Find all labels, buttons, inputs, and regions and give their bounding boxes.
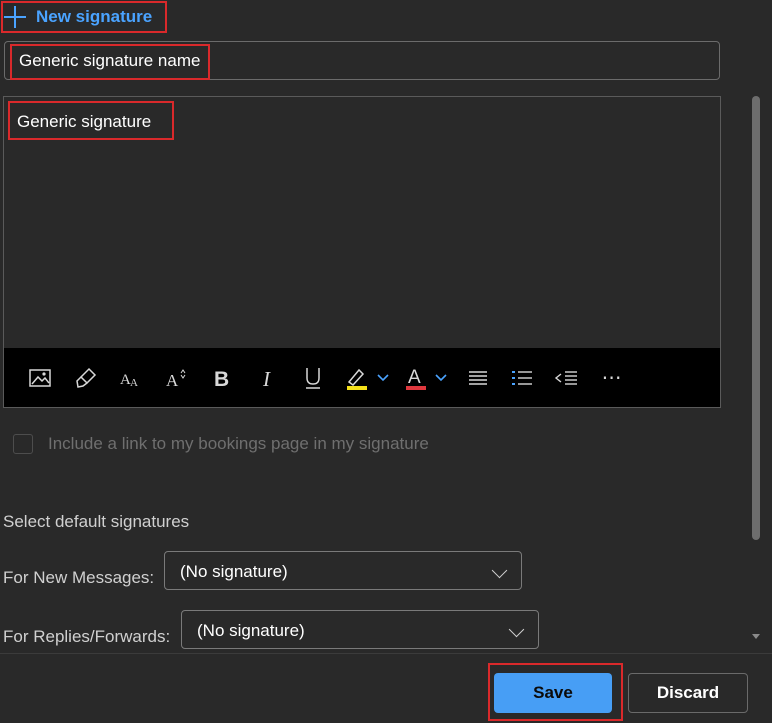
signature-editor[interactable]: Generic signature AA A B I A ⋯ — [3, 96, 721, 408]
svg-text:B: B — [214, 368, 229, 389]
save-button[interactable]: Save — [494, 673, 612, 713]
font-color-icon[interactable]: A — [404, 348, 454, 407]
formatting-toolbar: AA A B I A ⋯ — [4, 348, 720, 407]
footer-divider — [0, 653, 772, 654]
new-messages-value: (No signature) — [180, 562, 288, 581]
highlight-icon[interactable] — [344, 348, 394, 407]
bold-icon[interactable]: B — [210, 348, 234, 407]
new-messages-dropdown[interactable]: (No signature) — [164, 551, 522, 590]
bullets-icon[interactable] — [464, 348, 492, 407]
default-signatures-heading: Select default signatures — [3, 512, 190, 531]
image-icon[interactable] — [28, 348, 52, 407]
signature-name-field[interactable] — [4, 41, 720, 80]
svg-text:A: A — [408, 367, 421, 388]
plus-icon — [4, 6, 26, 28]
more-options-icon[interactable]: ⋯ — [598, 348, 626, 407]
signature-name-input[interactable] — [19, 51, 699, 71]
chevron-down-icon — [491, 562, 508, 579]
replies-dropdown[interactable]: (No signature) — [181, 610, 539, 649]
scrollbar-thumb[interactable] — [752, 96, 760, 540]
svg-text:A: A — [130, 377, 138, 388]
scroll-down-arrow-icon[interactable] — [752, 634, 760, 639]
underline-icon[interactable] — [300, 348, 326, 407]
replies-value: (No signature) — [197, 621, 305, 640]
new-messages-label: For New Messages: — [3, 568, 155, 587]
replies-label: For Replies/Forwards: — [3, 627, 171, 646]
new-signature-label: New signature — [36, 7, 153, 26]
numbering-icon[interactable] — [508, 348, 536, 407]
chevron-down-icon — [508, 621, 525, 638]
discard-button[interactable]: Discard — [628, 673, 748, 713]
format-painter-icon[interactable] — [74, 348, 98, 407]
decrease-indent-icon[interactable] — [552, 348, 580, 407]
svg-text:I: I — [262, 367, 271, 389]
signature-editor-text[interactable]: Generic signature — [17, 112, 151, 132]
bookings-link-checkbox[interactable] — [13, 434, 33, 454]
bookings-link-label: Include a link to my bookings page in my… — [48, 434, 429, 453]
font-icon[interactable]: AA — [118, 348, 144, 407]
italic-icon[interactable]: I — [256, 348, 280, 407]
new-signature-button[interactable]: New signature — [4, 4, 152, 30]
svg-text:A: A — [166, 371, 179, 389]
font-size-icon[interactable]: A — [164, 348, 190, 407]
